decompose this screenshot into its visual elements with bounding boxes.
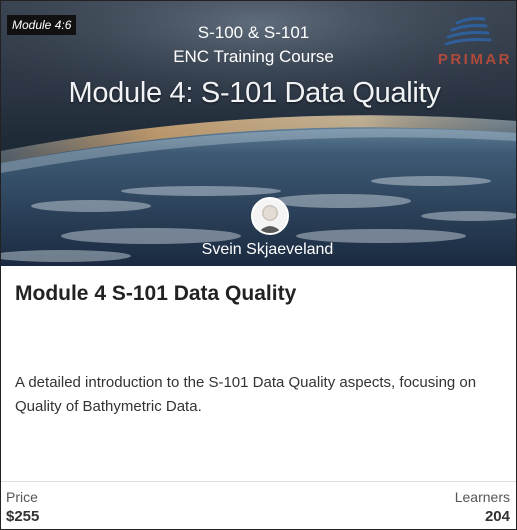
course-title[interactable]: Module 4 S-101 Data Quality <box>15 282 505 306</box>
course-description: A detailed introduction to the S-101 Dat… <box>15 374 477 415</box>
price-label: Price <box>6 489 38 505</box>
primar-wave-icon <box>444 17 492 46</box>
primar-logo-text: PRIMAR <box>437 51 512 68</box>
learners-label: Learners <box>454 489 510 505</box>
instructor-avatar <box>251 197 289 235</box>
course-banner-image[interactable]: Module 4:6 S-100 & S-101 ENC Training Co… <box>1 1 516 266</box>
price-value: $255 <box>6 508 40 525</box>
course-card[interactable]: Module 4:6 S-100 & S-101 ENC Training Co… <box>0 0 517 530</box>
instructor-portrait-icon <box>253 199 287 233</box>
instructor-name: Svein Skjaeveland <box>201 241 334 258</box>
footer-divider <box>1 481 516 482</box>
learners-count: 204 <box>484 508 510 525</box>
primar-logo: PRIMAR <box>412 13 512 73</box>
banner-module-title: Module 4: S-101 Data Quality <box>68 77 441 109</box>
